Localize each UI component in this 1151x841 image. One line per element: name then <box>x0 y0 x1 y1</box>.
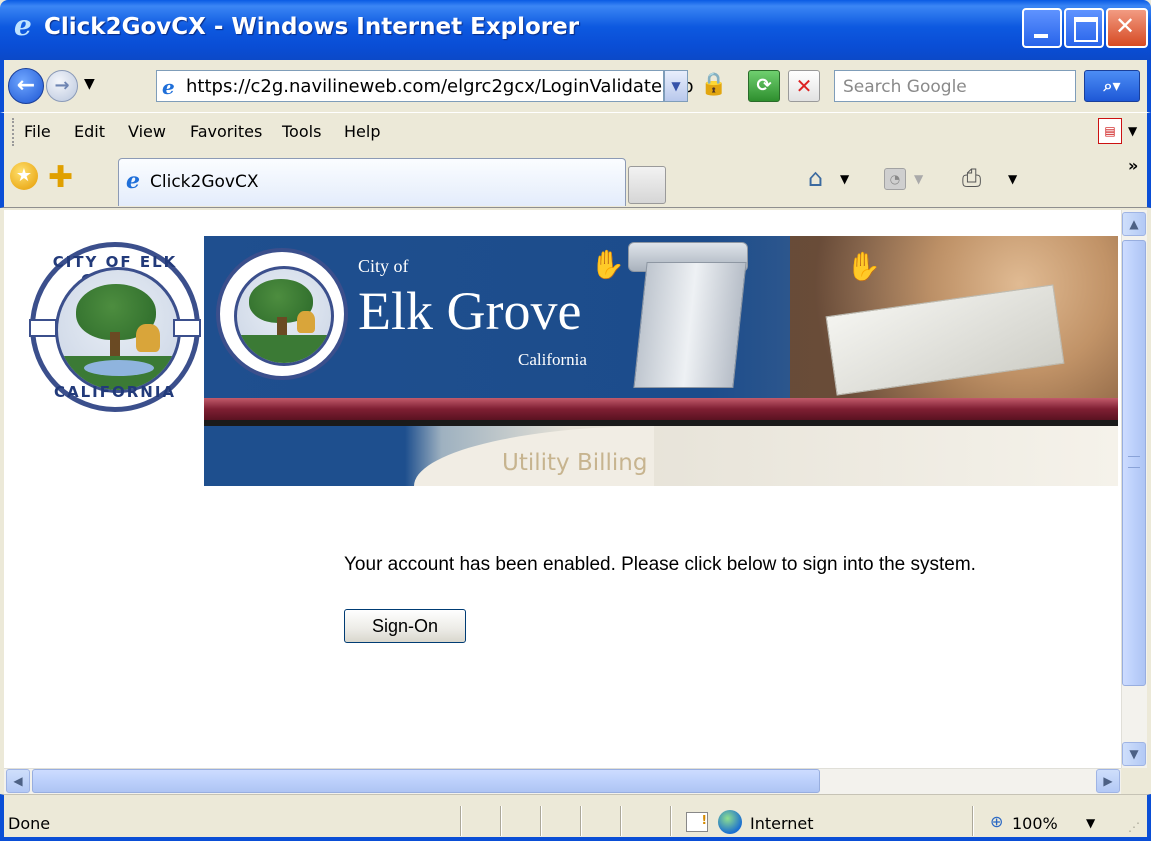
trash-can-mascot-image <box>633 262 747 388</box>
account-enabled-message: Your account has been enabled. Please cl… <box>344 554 976 575</box>
status-separator <box>972 806 974 836</box>
banner-bottom-band <box>204 426 1118 486</box>
window-title: Click2GovCX - Windows Internet Explorer <box>44 14 580 40</box>
menu-favorites[interactable]: Favorites <box>190 122 262 141</box>
banner-state: California <box>518 350 587 369</box>
menu-edit[interactable]: Edit <box>74 122 105 141</box>
scroll-corner <box>1121 768 1147 794</box>
tab-page-icon: e <box>126 168 140 194</box>
menu-help[interactable]: Help <box>344 122 380 141</box>
glove-right-image: ✋ <box>846 250 881 283</box>
add-favorites-icon[interactable]: ✚ <box>48 160 73 195</box>
close-button[interactable] <box>1106 8 1148 48</box>
search-button[interactable]: ⌕▾ <box>1084 70 1140 102</box>
address-url[interactable]: https://c2g.navilineweb.com/elgrc2gcx/Lo… <box>186 76 694 97</box>
address-dropdown-button[interactable]: ▼ <box>664 70 688 102</box>
maximize-button[interactable] <box>1064 8 1104 48</box>
status-separator <box>580 806 582 836</box>
status-separator <box>620 806 622 836</box>
banner-section-title: Utility Billing <box>502 450 648 476</box>
scroll-right-arrow-icon[interactable]: ▶ <box>1096 769 1120 793</box>
status-text: Done <box>8 814 51 833</box>
status-separator <box>500 806 502 836</box>
recent-pages-dropdown[interactable]: ▼ <box>84 76 95 92</box>
banner-stripe <box>204 398 1118 420</box>
stop-button[interactable]: ✕ <box>788 70 820 102</box>
banner-seal-logo <box>216 248 348 380</box>
favorites-center-icon[interactable]: ★ <box>10 162 38 190</box>
security-zone-label[interactable]: Internet <box>750 814 814 833</box>
ie-logo-icon: e <box>14 9 32 42</box>
resize-grip-icon[interactable]: ⋰ <box>1128 820 1140 834</box>
status-separator <box>540 806 542 836</box>
horizontal-scroll-thumb[interactable] <box>32 769 820 793</box>
zoom-icon[interactable]: ⊕ <box>990 812 1003 831</box>
seal-bottom-text: CALIFORNIA <box>53 383 177 401</box>
sign-on-button[interactable]: Sign-On <box>344 609 466 643</box>
feeds-icon[interactable]: ◔ <box>884 168 906 190</box>
status-separator <box>670 806 672 836</box>
search-input[interactable]: Search Google <box>834 70 1076 102</box>
refresh-button[interactable]: ⟳ <box>748 70 780 102</box>
zoom-level[interactable]: 100% <box>1012 814 1058 833</box>
glove-left-image: ✋ <box>590 248 625 281</box>
pdf-dropdown[interactable]: ▼ <box>1128 124 1137 138</box>
print-dropdown[interactable]: ▼ <box>1008 172 1017 186</box>
city-seal-logo: CITY OF ELK GROVE CALIFORNIA <box>29 242 201 412</box>
banner-city-name: Elk Grove <box>358 281 582 341</box>
forward-button[interactable]: → <box>46 70 78 102</box>
zoom-dropdown[interactable]: ▼ <box>1086 816 1095 830</box>
pdf-icon[interactable]: ▤ <box>1098 118 1122 144</box>
status-separator <box>460 806 462 836</box>
menu-bar <box>0 112 1151 152</box>
menu-file[interactable]: File <box>24 122 51 141</box>
page-icon: e <box>162 75 175 99</box>
print-icon[interactable]: ⎙ <box>962 164 981 192</box>
more-tools-chevron-icon[interactable]: » <box>1128 156 1138 175</box>
feeds-dropdown[interactable]: ▼ <box>914 172 923 186</box>
minimize-button[interactable] <box>1022 8 1062 48</box>
menu-tools[interactable]: Tools <box>282 122 321 141</box>
menu-view[interactable]: View <box>128 122 166 141</box>
lock-icon[interactable]: 🔒 <box>700 72 727 100</box>
tab-label[interactable]: Click2GovCX <box>150 172 258 192</box>
internet-zone-icon <box>718 810 742 834</box>
privacy-report-icon[interactable]: ! <box>686 812 708 832</box>
home-icon[interactable]: ⌂ <box>808 164 823 192</box>
back-button[interactable]: ← <box>8 68 44 104</box>
scroll-left-arrow-icon[interactable]: ◀ <box>6 769 30 793</box>
status-bar <box>0 794 1151 841</box>
new-tab-button[interactable] <box>628 166 666 204</box>
scroll-up-arrow-icon[interactable]: ▲ <box>1122 212 1146 236</box>
banner-city-prefix: City of <box>358 256 409 276</box>
scroll-grip-icon <box>1128 456 1140 468</box>
home-dropdown[interactable]: ▼ <box>840 172 849 186</box>
scroll-down-arrow-icon[interactable]: ▼ <box>1122 742 1146 766</box>
toolbar-grip[interactable] <box>12 118 16 146</box>
